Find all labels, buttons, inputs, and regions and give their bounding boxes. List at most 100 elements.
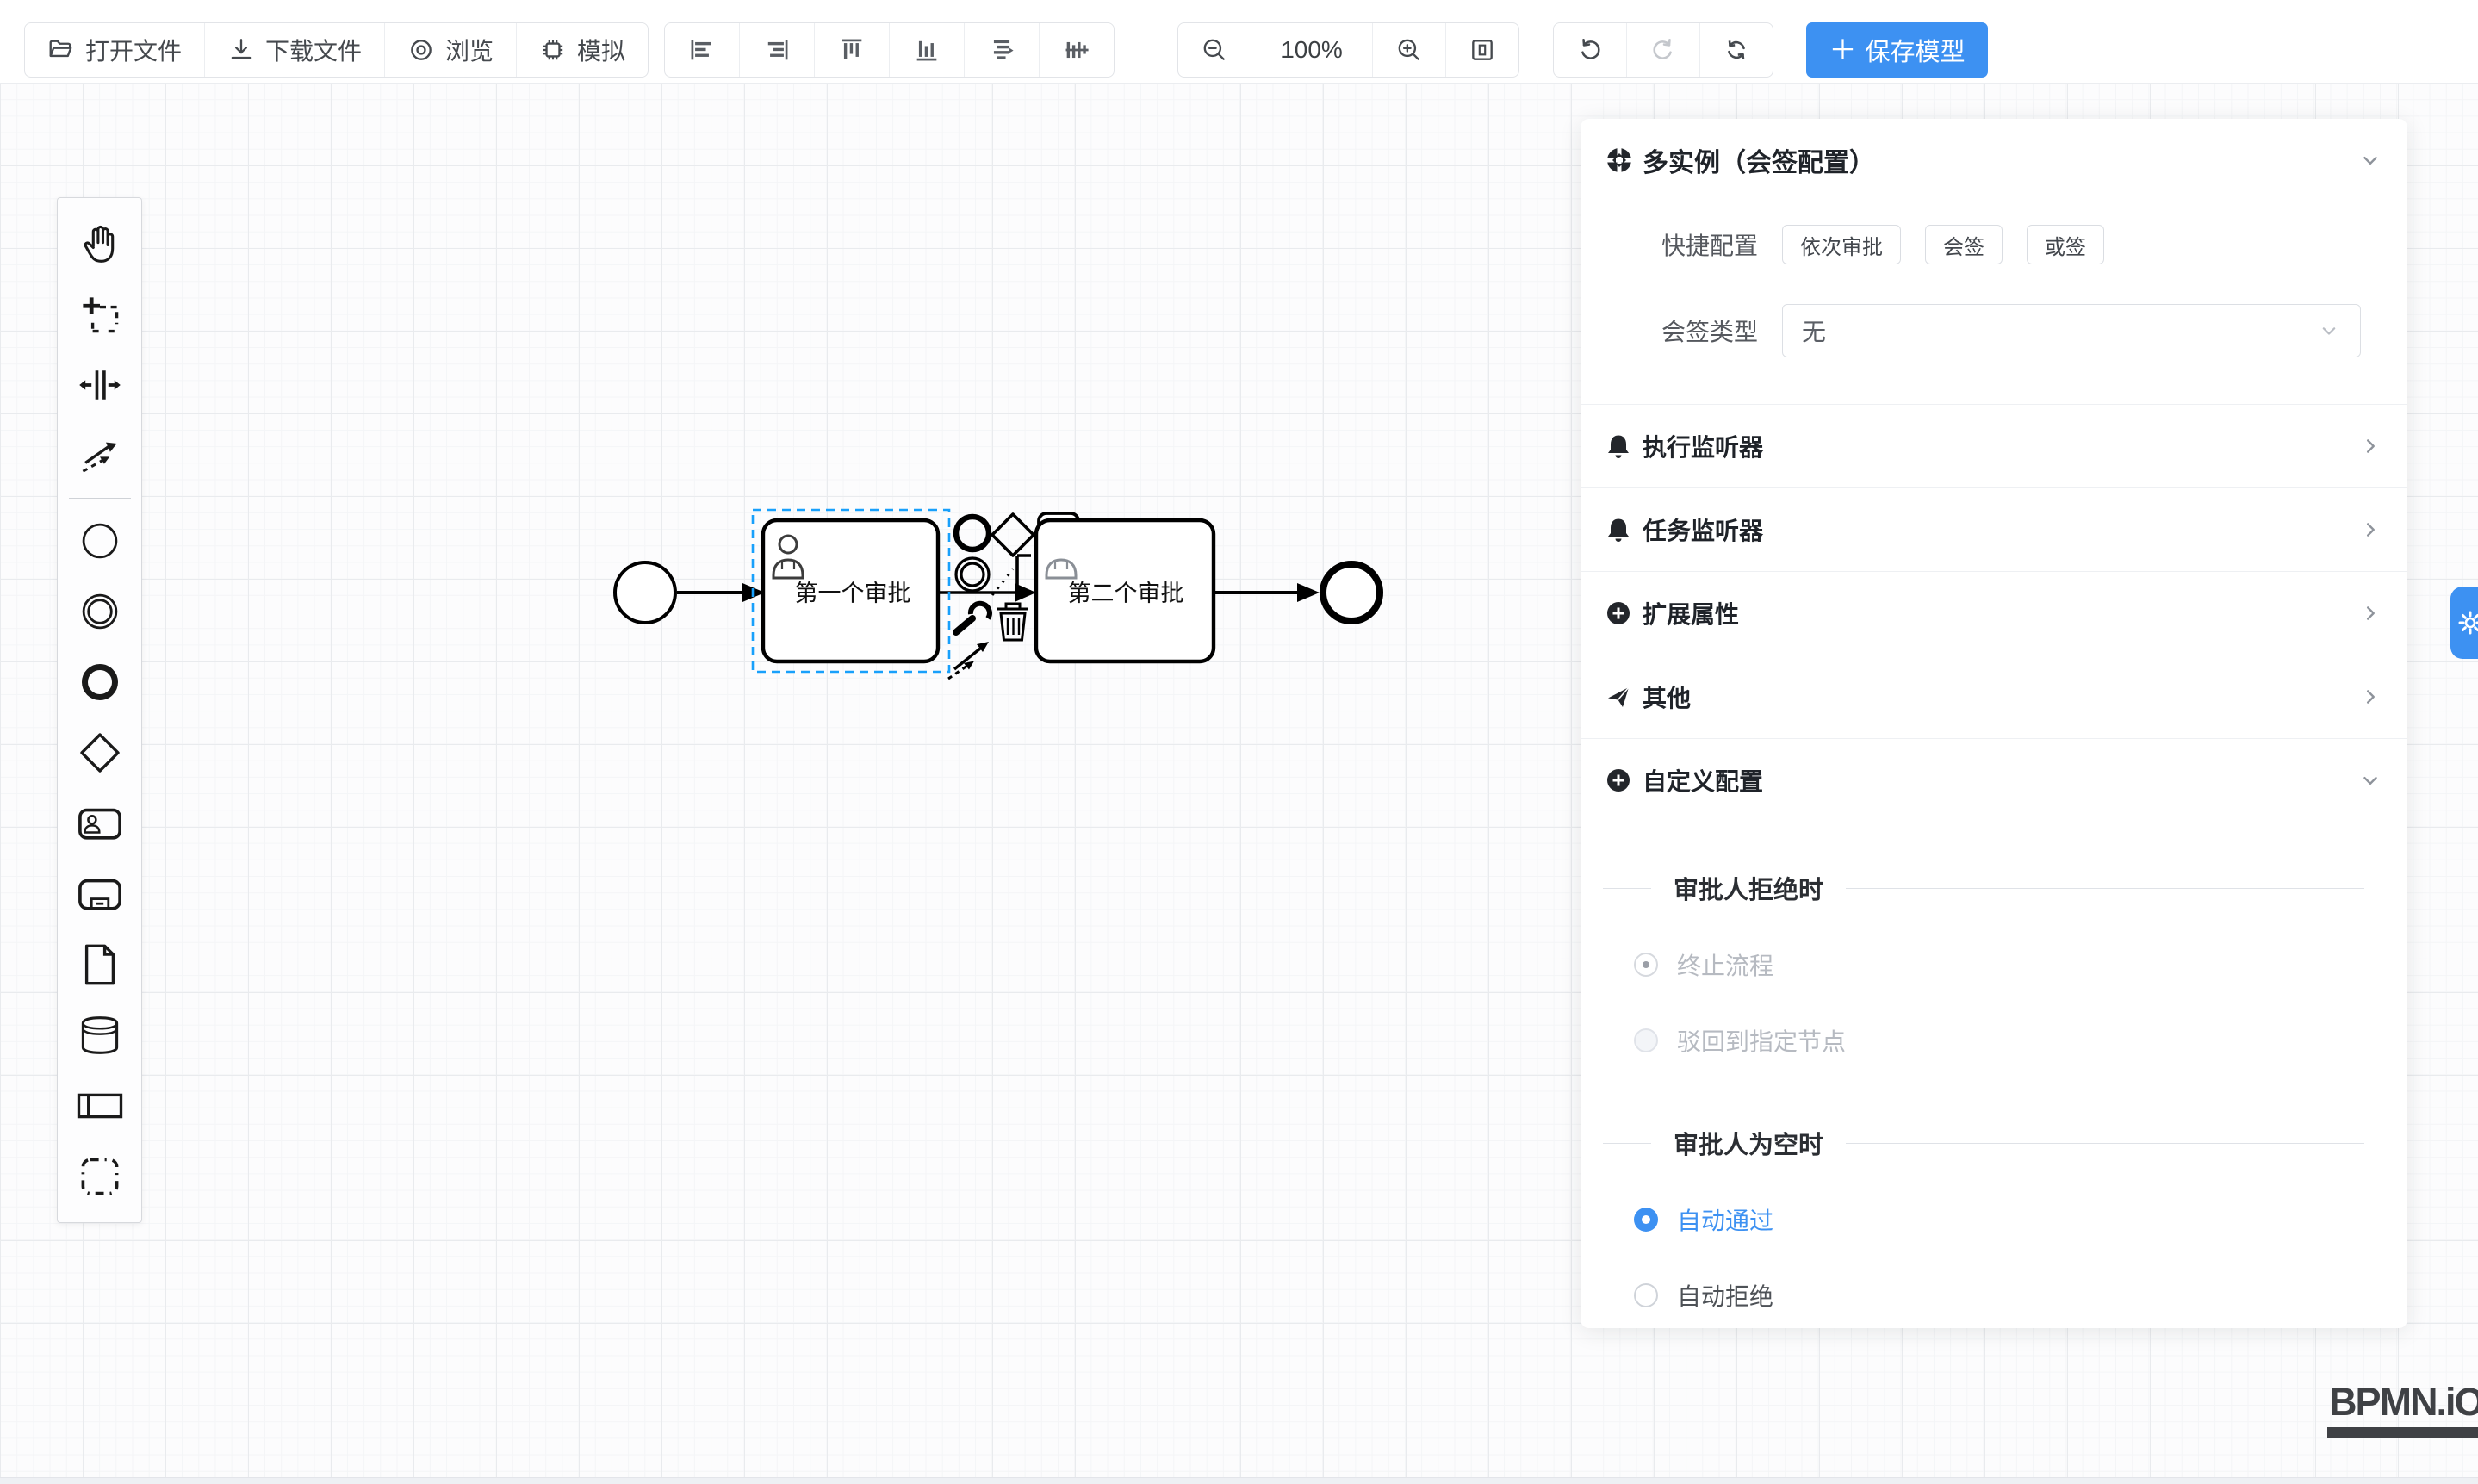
sign-type-value: 无 (1802, 314, 1826, 348)
task1-label: 第一个审批 (795, 581, 911, 606)
zoom-button-group: 100% (1177, 22, 1519, 78)
save-model-button[interactable]: ＋ 保存模型 (1806, 22, 1988, 78)
space-tool[interactable] (64, 350, 136, 420)
hand-tool[interactable] (64, 208, 136, 279)
space-tool-icon (76, 361, 124, 409)
zoom-in-button[interactable] (1373, 23, 1446, 77)
bpmn-io-logo[interactable]: BPMN.iO (2327, 1380, 2478, 1438)
task1-node[interactable]: 第一个审批 (763, 520, 938, 661)
quick-option-countersign[interactable]: 会签 (1925, 225, 2003, 264)
radio-button[interactable] (1634, 1208, 1658, 1232)
data-store-icon (76, 1011, 124, 1059)
align-center-vertical-button[interactable] (1040, 23, 1114, 77)
folder-open-icon (47, 36, 75, 64)
align-right-icon (762, 35, 792, 65)
divider-line (1603, 888, 1651, 889)
align-right-button[interactable] (740, 23, 815, 77)
radio-label: 自动拒绝 (1677, 1278, 1773, 1313)
palette-end-event[interactable] (64, 647, 136, 717)
reset-button[interactable] (1700, 23, 1773, 77)
empty-group-title: 审批人为空时 (1603, 1125, 2364, 1161)
radio-button[interactable] (1634, 953, 1658, 977)
flow-arrowhead (1297, 583, 1320, 602)
palette-data-store[interactable] (64, 1000, 136, 1071)
bpmn-designer-app: 打开文件 下载文件 浏览 模拟 (0, 0, 2478, 1484)
pad-append-gateway[interactable] (992, 514, 1034, 556)
global-connect-tool[interactable] (64, 420, 136, 491)
radio-auto-reject[interactable]: 自动拒绝 (1634, 1278, 2364, 1313)
panel-header-multi-instance[interactable]: 多实例（会签配置） (1581, 119, 2407, 202)
subprocess-icon (76, 870, 124, 918)
preview-button[interactable]: 浏览 (385, 23, 517, 77)
fit-viewport-icon (1469, 36, 1496, 64)
lasso-tool[interactable] (64, 279, 136, 350)
pad-append-end-event[interactable] (956, 517, 989, 550)
radio-button[interactable] (1634, 1283, 1658, 1307)
plus-circle-icon (1605, 599, 1632, 627)
palette-participant[interactable] (64, 1071, 136, 1141)
plus-circle-icon (1605, 767, 1632, 794)
undo-icon (1576, 36, 1604, 64)
start-event-node[interactable] (615, 562, 675, 623)
radio-return-to-node[interactable]: 驳回到指定节点 (1634, 1023, 2364, 1058)
palette-intermediate-event[interactable] (64, 576, 136, 647)
panel-title: 多实例（会签配置） (1643, 141, 2357, 179)
palette-group[interactable] (64, 1141, 136, 1212)
zoom-level-display[interactable]: 100% (1251, 23, 1373, 77)
pad-delete-icon[interactable] (997, 604, 1028, 640)
radio-auto-pass[interactable]: 自动通过 (1634, 1202, 2364, 1237)
radio-label: 驳回到指定节点 (1677, 1023, 1846, 1058)
section-custom-config[interactable]: 自定义配置 (1581, 738, 2407, 822)
quick-option-sequential[interactable]: 依次审批 (1782, 225, 1901, 264)
end-event-icon (76, 658, 124, 706)
section-extended-properties[interactable]: 扩展属性 (1581, 571, 2407, 655)
palette-data-object[interactable] (64, 929, 136, 1000)
download-icon (227, 36, 255, 64)
open-file-button[interactable]: 打开文件 (25, 23, 205, 77)
simulate-label: 模拟 (577, 33, 625, 67)
bell-icon (1605, 516, 1632, 543)
redo-button[interactable] (1627, 23, 1700, 77)
section-execution-listener[interactable]: 执行监听器 (1581, 404, 2407, 487)
download-file-button[interactable]: 下载文件 (205, 23, 385, 77)
sign-type-select[interactable]: 无 (1782, 304, 2361, 357)
radio-button[interactable] (1634, 1028, 1658, 1052)
settings-edge-tab[interactable] (2450, 587, 2478, 659)
save-model-label: 保存模型 (1866, 32, 1966, 68)
pad-connect-icon[interactable] (948, 642, 989, 679)
fit-viewport-button[interactable] (1446, 23, 1518, 77)
palette-start-event[interactable] (64, 506, 136, 576)
align-left-button[interactable] (665, 23, 740, 77)
shape-palette (57, 197, 142, 1223)
simulate-button[interactable]: 模拟 (517, 23, 648, 77)
quick-config-label: 快捷配置 (1603, 227, 1758, 262)
end-event-node[interactable] (1323, 564, 1380, 621)
start-event-icon (76, 517, 124, 565)
quick-config-row: 快捷配置 依次审批 会签 或签 (1581, 225, 2407, 264)
align-button-group (664, 22, 1115, 78)
align-center-horizontal-button[interactable] (965, 23, 1040, 77)
radio-terminate-process[interactable]: 终止流程 (1634, 947, 2364, 982)
pad-wrench-icon[interactable] (956, 604, 990, 632)
chevron-right-icon (2357, 433, 2383, 459)
quick-option-orsign[interactable]: 或签 (2027, 225, 2104, 264)
pad-append-intermediate-event[interactable] (956, 558, 989, 591)
plus-icon: ＋ (1829, 36, 1856, 64)
bottom-scrollbar-track[interactable] (0, 1477, 2478, 1484)
zoom-out-button[interactable] (1178, 23, 1251, 77)
palette-subprocess[interactable] (64, 859, 136, 929)
task2-node[interactable]: 第二个审批 (1036, 520, 1214, 661)
user-task-icon (76, 799, 124, 848)
section-task-listener[interactable]: 任务监听器 (1581, 487, 2407, 571)
palette-gateway[interactable] (64, 717, 136, 788)
chevron-down-icon (2357, 147, 2383, 173)
section-label: 扩展属性 (1643, 596, 1739, 630)
participant-icon (76, 1082, 124, 1130)
align-top-button[interactable] (815, 23, 890, 77)
file-button-group: 打开文件 下载文件 浏览 模拟 (24, 22, 649, 78)
align-bottom-button[interactable] (890, 23, 965, 77)
radio-label: 自动通过 (1677, 1202, 1773, 1237)
palette-user-task[interactable] (64, 788, 136, 859)
undo-button[interactable] (1554, 23, 1627, 77)
section-other[interactable]: 其他 (1581, 655, 2407, 738)
